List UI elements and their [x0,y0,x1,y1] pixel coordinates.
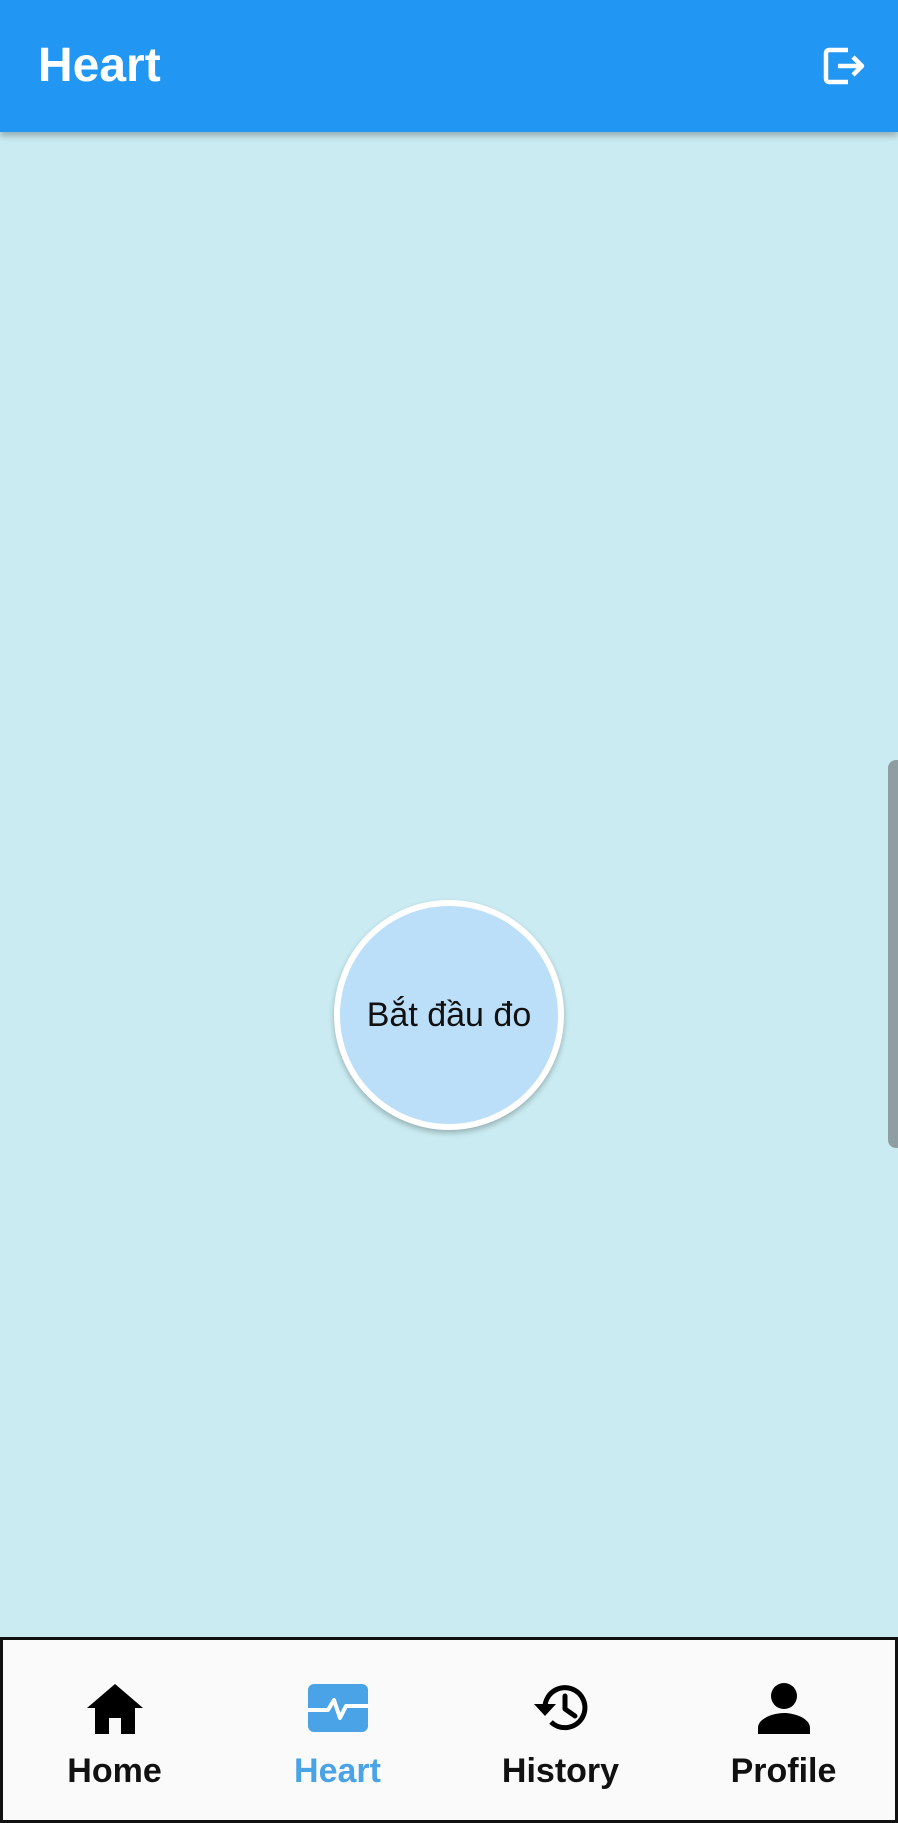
history-icon [533,1685,587,1731]
scroll-handle[interactable] [888,760,898,1148]
logout-button[interactable] [818,40,870,92]
home-icon [86,1684,143,1734]
start-measure-label: Bắt đầu đo [366,995,532,1034]
start-measure-button[interactable]: Bắt đầu đo [334,900,564,1130]
app-bar: Heart [0,0,898,132]
page-title: Heart [38,39,161,92]
nav-item-history[interactable]: History [449,1640,672,1820]
nav-item-home[interactable]: Home [3,1640,226,1820]
nav-label-profile: Profile [730,1752,837,1790]
nav-item-heart[interactable]: Heart [226,1640,449,1820]
main-content: Bắt đầu đo [0,132,898,1637]
nav-item-profile[interactable]: Profile [672,1640,895,1820]
nav-label-heart: Heart [294,1752,381,1790]
person-icon [757,1683,810,1734]
nav-label-history: History [501,1752,620,1790]
bottom-navigation: Home Heart History Profile [0,1637,898,1823]
heart-monitor-icon [307,1684,368,1732]
logout-icon [823,47,865,85]
nav-label-home: Home [67,1752,162,1790]
